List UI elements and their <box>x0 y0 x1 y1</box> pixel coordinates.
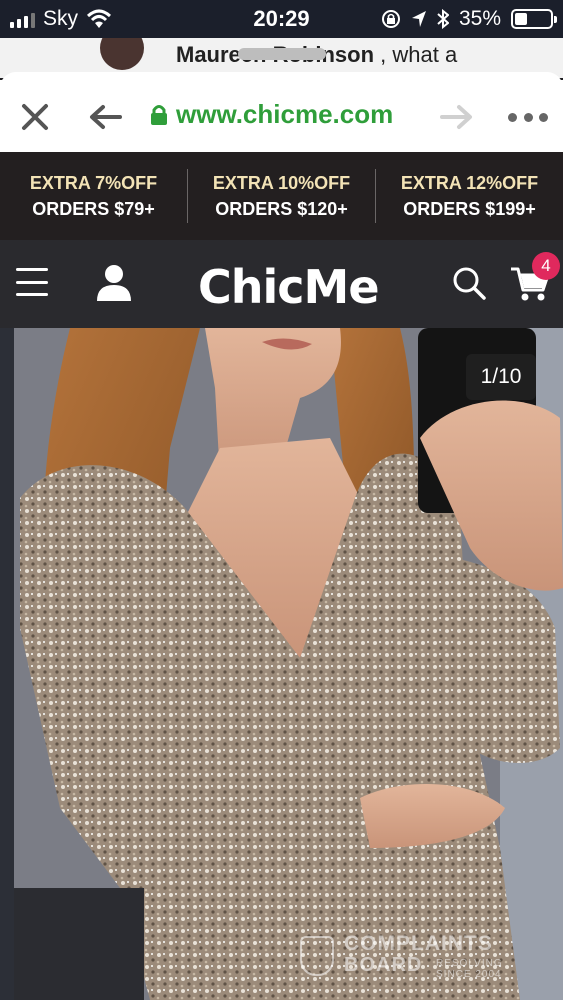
message-snippet: , what a <box>380 42 458 67</box>
padlock-icon <box>151 104 167 125</box>
promo-item[interactable]: EXTRA 10%OFF ORDERS $120+ <box>188 170 375 222</box>
promo-discount: EXTRA 12%OFF <box>400 173 539 193</box>
battery-icon <box>511 9 557 29</box>
promo-discount: EXTRA 10%OFF <box>212 173 351 193</box>
battery-label: 35% <box>458 7 501 30</box>
promo-bar: EXTRA 7%OFF ORDERS $79+ EXTRA 10%OFF ORD… <box>0 152 563 240</box>
watermark-line2: BOARD <box>344 954 423 976</box>
promo-item[interactable]: EXTRA 12%OFF ORDERS $199+ <box>376 170 563 222</box>
product-image[interactable] <box>0 328 563 1000</box>
menu-icon[interactable] <box>16 268 48 296</box>
watermark-line3: RESOLVING SINCE 2004 <box>436 958 503 980</box>
close-icon[interactable] <box>18 100 52 134</box>
promo-threshold: ORDERS $79+ <box>32 199 155 219</box>
site-header: ChicMe <box>0 240 563 328</box>
shield-icon <box>300 936 334 976</box>
back-arrow-icon[interactable] <box>88 102 122 132</box>
search-icon[interactable] <box>452 266 486 300</box>
cart-count-badge: 4 <box>532 252 560 280</box>
avatar <box>100 38 144 70</box>
url-bar[interactable]: www.chicme.com <box>150 99 393 130</box>
image-counter: 1/10 <box>466 354 536 400</box>
watermark: COMPLAINTS BOARD RESOLVING SINCE 2004 <box>300 932 530 982</box>
site-logo[interactable]: ChicMe <box>198 260 380 314</box>
battery-fill <box>515 13 527 25</box>
forward-arrow-icon[interactable] <box>440 102 474 132</box>
more-icon[interactable] <box>508 110 548 124</box>
promo-item[interactable]: EXTRA 7%OFF ORDERS $79+ <box>0 170 187 222</box>
watermark-line1: COMPLAINTS <box>344 932 493 955</box>
lock-icon <box>381 10 400 28</box>
browser-toolbar: www.chicme.com <box>0 80 563 152</box>
status-bar: Sky 20:29 35% <box>0 0 563 38</box>
sheet-grabber[interactable] <box>238 48 326 60</box>
promo-discount: EXTRA 7%OFF <box>29 173 158 193</box>
user-icon[interactable] <box>96 264 132 302</box>
promo-threshold: ORDERS $199+ <box>403 199 536 219</box>
url-text: www.chicme.com <box>176 99 394 129</box>
bluetooth-icon <box>437 9 449 29</box>
promo-threshold: ORDERS $120+ <box>215 199 348 219</box>
status-right: 35% <box>381 7 557 31</box>
product-photo <box>0 328 563 1000</box>
watermark-resolving: RESOLVING <box>436 958 503 969</box>
location-icon <box>411 11 426 27</box>
watermark-since: SINCE 2004 <box>436 969 502 980</box>
